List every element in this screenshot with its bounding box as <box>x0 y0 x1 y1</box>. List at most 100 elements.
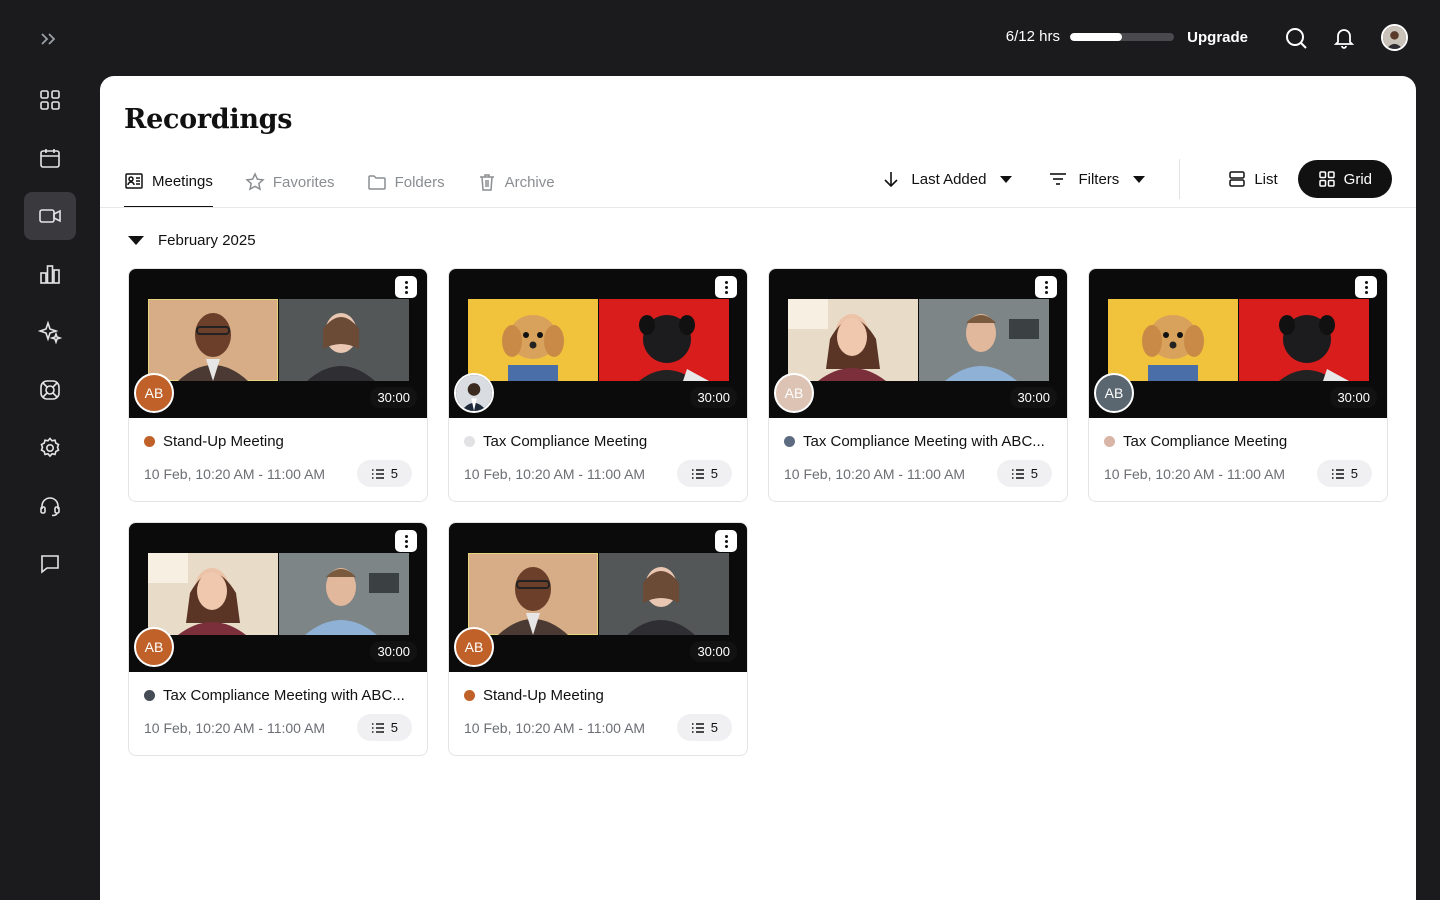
chevron-down-icon <box>1133 175 1146 183</box>
recording-thumbnail[interactable]: AB 30:00 <box>1089 269 1387 418</box>
group-header-february-2025[interactable]: February 2025 <box>128 232 256 249</box>
participant-video <box>148 299 278 381</box>
host-avatar: AB <box>134 373 174 413</box>
recording-card[interactable]: AB 30:00 Stand-Up Meeting 10 Feb, 10:20 … <box>448 522 748 756</box>
recording-date-row: 10 Feb, 10:20 AM - 11:00 AM 5 <box>144 460 412 487</box>
list-icon <box>691 722 704 733</box>
tab-folders[interactable]: Folders <box>367 156 445 208</box>
tab-label: Meetings <box>152 172 213 190</box>
recording-thumbnail[interactable]: AB 30:00 <box>769 269 1067 418</box>
notes-count-badge[interactable]: 5 <box>1316 460 1372 487</box>
status-dot <box>464 436 475 447</box>
sidebar-item-analytics[interactable] <box>24 250 76 298</box>
recording-date-row: 10 Feb, 10:20 AM - 11:00 AM 5 <box>464 460 732 487</box>
expand-sidebar-icon[interactable] <box>36 28 62 50</box>
notes-count-badge[interactable]: 5 <box>676 714 732 741</box>
sidebar-item-settings[interactable] <box>24 424 76 472</box>
tab-favorites[interactable]: Favorites <box>245 156 335 208</box>
notes-count-badge[interactable]: 5 <box>356 714 412 741</box>
tab-divider <box>100 207 1416 208</box>
user-avatar[interactable] <box>1381 24 1408 51</box>
host-avatar: AB <box>454 627 494 667</box>
status-dot <box>784 436 795 447</box>
recording-title-row: Stand-Up Meeting <box>464 687 732 704</box>
sidebar-item-support[interactable] <box>24 482 76 530</box>
grid-view-button[interactable]: Grid <box>1297 160 1392 198</box>
bell-icon[interactable] <box>1332 26 1356 50</box>
recording-date: 10 Feb, 10:20 AM - 11:00 AM <box>144 719 326 736</box>
tab-label: Archive <box>504 173 555 191</box>
more-options-icon[interactable] <box>1035 276 1057 298</box>
chat-icon <box>41 555 59 574</box>
list-view-button[interactable]: List <box>1208 160 1297 198</box>
recording-thumbnail[interactable]: 30:00 <box>449 269 747 418</box>
recording-thumbnail[interactable]: AB 30:00 <box>129 269 427 418</box>
recording-date-row: 10 Feb, 10:20 AM - 11:00 AM 5 <box>784 460 1052 487</box>
recording-card[interactable]: AB 30:00 Tax Compliance Meeting with ABC… <box>128 522 428 756</box>
notes-count: 5 <box>1030 466 1038 481</box>
status-dot <box>464 690 475 701</box>
more-options-icon[interactable] <box>715 530 737 552</box>
recording-meta: Tax Compliance Meeting 10 Feb, 10:20 AM … <box>1089 418 1387 487</box>
toolbar-divider <box>1179 159 1181 199</box>
list-icon <box>1011 468 1024 479</box>
sidebar-item-calendar[interactable] <box>24 134 76 182</box>
notes-count: 5 <box>1350 466 1358 481</box>
tab-archive[interactable]: Archive <box>477 156 555 208</box>
toolbar: Last Added Filters List Grid <box>869 159 1392 199</box>
notes-count: 5 <box>710 466 718 481</box>
filters-label: Filters <box>1078 170 1120 188</box>
tab-meetings[interactable]: Meetings <box>124 156 213 208</box>
more-options-icon[interactable] <box>715 276 737 298</box>
recording-card[interactable]: AB 30:00 Tax Compliance Meeting with ABC… <box>768 268 1068 502</box>
sidebar-item-integrations[interactable] <box>24 366 76 414</box>
recording-title-row: Tax Compliance Meeting <box>464 433 732 450</box>
host-avatar: AB <box>774 373 814 413</box>
host-avatar: AB <box>134 627 174 667</box>
recording-card[interactable]: 30:00 Tax Compliance Meeting 10 Feb, 10:… <box>448 268 748 502</box>
notes-count-badge[interactable]: 5 <box>996 460 1052 487</box>
search-icon[interactable] <box>1284 26 1308 50</box>
status-dot <box>144 690 155 701</box>
more-options-icon[interactable] <box>395 276 417 298</box>
sort-dropdown[interactable]: Last Added <box>869 160 1024 198</box>
settings-icon <box>40 437 60 458</box>
recording-card[interactable]: AB 30:00 Stand-Up Meeting 10 Feb, 10:20 … <box>128 268 428 502</box>
host-initials: AB <box>144 385 164 401</box>
sort-label: Last Added <box>911 170 987 188</box>
recording-title-row: Stand-Up Meeting <box>144 433 412 450</box>
tab-label: Folders <box>394 173 445 191</box>
recording-thumbnail[interactable]: AB 30:00 <box>129 523 427 672</box>
more-options-icon[interactable] <box>1355 276 1377 298</box>
recording-thumbnail[interactable]: AB 30:00 <box>449 523 747 672</box>
notes-count-badge[interactable]: 5 <box>356 460 412 487</box>
main-panel: Recordings Meetings Favorites Folders Ar… <box>100 76 1416 900</box>
sidebar-item-recordings[interactable] <box>24 192 76 240</box>
duration-badge: 30:00 <box>1010 387 1057 408</box>
recording-date: 10 Feb, 10:20 AM - 11:00 AM <box>144 465 326 482</box>
duration-badge: 30:00 <box>690 641 737 662</box>
sidebar-item-ai[interactable] <box>24 308 76 356</box>
recording-meta: Tax Compliance Meeting with ABC... 10 Fe… <box>129 672 427 741</box>
collapse-triangle-icon <box>128 236 144 245</box>
host-initials: AB <box>784 385 804 401</box>
recording-date: 10 Feb, 10:20 AM - 11:00 AM <box>784 465 966 482</box>
participant-video <box>919 299 1049 381</box>
participant-video <box>1108 299 1238 381</box>
upgrade-button[interactable]: Upgrade <box>1187 29 1248 46</box>
page-title: Recordings <box>124 104 293 135</box>
participant-video <box>1239 299 1369 381</box>
recording-date: 10 Feb, 10:20 AM - 11:00 AM <box>1104 465 1286 482</box>
recording-title-row: Tax Compliance Meeting with ABC... <box>144 687 412 704</box>
sidebar-item-chat[interactable] <box>24 540 76 588</box>
star-icon <box>245 172 265 191</box>
recording-card[interactable]: AB 30:00 Tax Compliance Meeting 10 Feb, … <box>1088 268 1388 502</box>
more-options-icon[interactable] <box>395 530 417 552</box>
notes-count-badge[interactable]: 5 <box>676 460 732 487</box>
top-bar: 6/12 hrs Upgrade <box>0 0 1440 76</box>
recording-title: Tax Compliance Meeting <box>1123 433 1288 450</box>
sidebar-item-dashboard[interactable] <box>24 76 76 124</box>
filters-dropdown[interactable]: Filters <box>1036 160 1157 198</box>
notes-count: 5 <box>710 720 718 735</box>
calendar-icon <box>40 149 60 168</box>
